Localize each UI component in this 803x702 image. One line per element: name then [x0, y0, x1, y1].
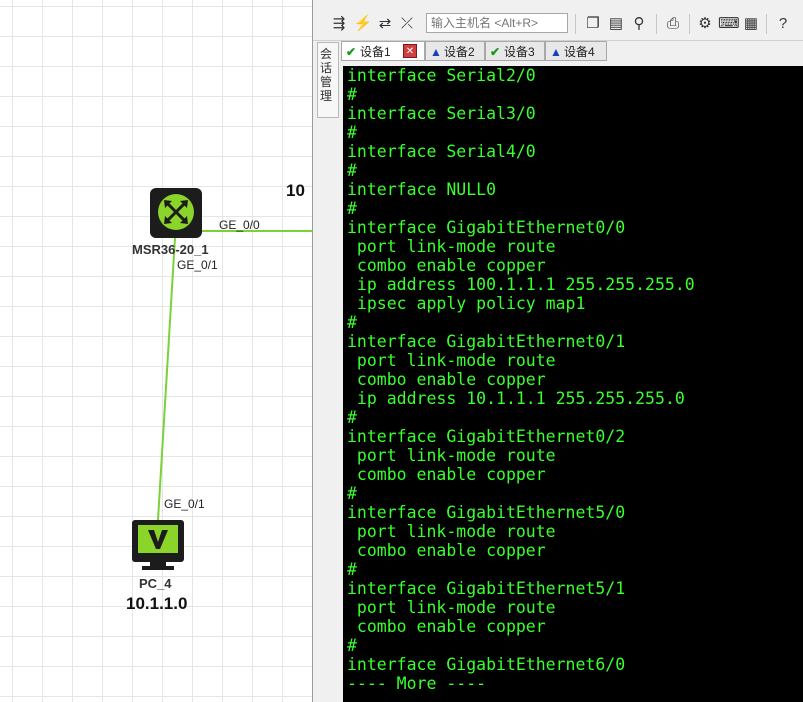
- find-icon[interactable]: ⚲: [629, 14, 649, 34]
- topology-canvas[interactable]: MSR36-20_1 GE_0/0 GE_0/1 10 GE_0/1 PC_4 …: [0, 0, 312, 702]
- toolbar-separator: [766, 14, 767, 34]
- tab-label: 设备4: [564, 45, 595, 59]
- warning-icon: ▲: [430, 45, 442, 59]
- terminal-line: ip address 100.1.1.1 255.255.255.0: [347, 275, 695, 294]
- terminal-line: port link-mode route: [347, 237, 556, 256]
- print-icon[interactable]: ⎙: [663, 14, 683, 34]
- router-port-ge00-label: GE_0/0: [219, 218, 260, 232]
- toolbar-separator: [656, 14, 657, 34]
- pc-ip-label: 10.1.1.0: [126, 594, 188, 613]
- terminal-line: interface GigabitEthernet0/2: [347, 427, 626, 446]
- terminal-line: interface GigabitEthernet0/1: [347, 332, 626, 351]
- terminal-line: #: [347, 636, 357, 655]
- terminal-line: interface Serial4/0: [347, 142, 536, 161]
- close-tab-icon[interactable]: ✕: [403, 44, 417, 58]
- terminal-app-window: ⇶ ⚡ ⇄ ⤫ ❐ ▤ ⚲ ⎙ ⚙ ⌨ ▦ ? 会话管理 ✔设备1 ▲设备2 ✔…: [312, 0, 803, 702]
- tab-label: 设备2: [444, 45, 475, 59]
- terminal-line: port link-mode route: [347, 446, 556, 465]
- reconnect-icon[interactable]: ⇄: [375, 14, 395, 34]
- terminal-line: ip address 10.1.1.1 255.255.255.0: [347, 389, 685, 408]
- terminal-line: #: [347, 123, 357, 142]
- pc-monitor-icon: [132, 520, 184, 570]
- terminal-line: port link-mode route: [347, 351, 556, 370]
- terminal-text: interface Serial2/0 # interface Serial3/0 #…: [343, 66, 803, 693]
- terminal-line: combo enable copper: [347, 541, 546, 560]
- help-icon[interactable]: ?: [773, 14, 793, 34]
- link-router-to-pc[interactable]: [157, 237, 176, 521]
- disconnect-icon[interactable]: ⤫: [397, 14, 417, 34]
- router-icon: [158, 194, 194, 230]
- session-manager-tab[interactable]: 会话管理: [317, 42, 339, 118]
- terminal-line: combo enable copper: [347, 617, 546, 636]
- quick-connect-icon[interactable]: ⚡: [353, 14, 373, 34]
- script-icon[interactable]: ▦: [741, 14, 761, 34]
- tab-label: 设备3: [504, 45, 535, 59]
- router-name-label: MSR36-20_1: [132, 242, 209, 257]
- terminal-line: interface Serial3/0: [347, 104, 536, 123]
- terminal-line: interface GigabitEthernet5/1: [347, 579, 626, 598]
- terminal-line: #: [347, 560, 357, 579]
- warning-icon: ▲: [550, 45, 562, 59]
- terminal-line: ---- More ----: [347, 674, 487, 693]
- tab-label: 设备1: [360, 45, 391, 59]
- terminal-line: interface Serial2/0: [347, 66, 536, 85]
- network-icon[interactable]: ⇶: [329, 14, 349, 34]
- terminal-line: #: [347, 199, 357, 218]
- terminal-output[interactable]: interface Serial2/0 # interface Serial3/0 #…: [343, 66, 803, 702]
- paste-icon[interactable]: ▤: [606, 14, 626, 34]
- router-msr36-20-1[interactable]: [150, 188, 202, 238]
- keymap-icon[interactable]: ⌨: [718, 14, 740, 34]
- tab-device-2[interactable]: ▲ 设备2: [425, 41, 485, 61]
- tab-device-3[interactable]: ✔ 设备3: [485, 41, 545, 61]
- pc-name-label: PC_4: [139, 576, 172, 591]
- router-port-ge01-label: GE_0/1: [177, 258, 218, 272]
- terminal-line: #: [347, 85, 357, 104]
- terminal-line: port link-mode route: [347, 522, 556, 541]
- session-manager-label: 会话管理: [320, 47, 333, 103]
- pc-4[interactable]: [132, 520, 184, 570]
- terminal-line: combo enable copper: [347, 256, 546, 275]
- check-icon: ✔: [490, 45, 501, 59]
- partial-ip-label: 10: [286, 181, 305, 200]
- terminal-line: interface GigabitEthernet0/0: [347, 218, 626, 237]
- terminal-line: ipsec apply policy map1: [347, 294, 586, 313]
- terminal-line: #: [347, 484, 357, 503]
- copy-icon[interactable]: ❐: [583, 14, 603, 34]
- toolbar: ⇶ ⚡ ⇄ ⤫ ❐ ▤ ⚲ ⎙ ⚙ ⌨ ▦ ?: [313, 8, 803, 41]
- terminal-line: interface GigabitEthernet5/0: [347, 503, 626, 522]
- menu-bar: [313, 0, 803, 6]
- terminal-line: #: [347, 313, 357, 332]
- toolbar-separator: [575, 14, 576, 34]
- toolbar-separator: [689, 14, 690, 34]
- terminal-line: #: [347, 408, 357, 427]
- terminal-line: interface GigabitEthernet6/0: [347, 655, 626, 674]
- terminal-line: #: [347, 161, 357, 180]
- host-name-input[interactable]: [426, 13, 568, 33]
- terminal-line: combo enable copper: [347, 370, 546, 389]
- gear-icon[interactable]: ⚙: [695, 14, 715, 34]
- terminal-line: port link-mode route: [347, 598, 556, 617]
- terminal-line: combo enable copper: [347, 465, 546, 484]
- check-icon: ✔: [346, 45, 357, 59]
- pc-port-label: GE_0/1: [164, 497, 205, 511]
- tab-device-4[interactable]: ▲ 设备4: [545, 41, 607, 61]
- terminal-line: interface NULL0: [347, 180, 497, 199]
